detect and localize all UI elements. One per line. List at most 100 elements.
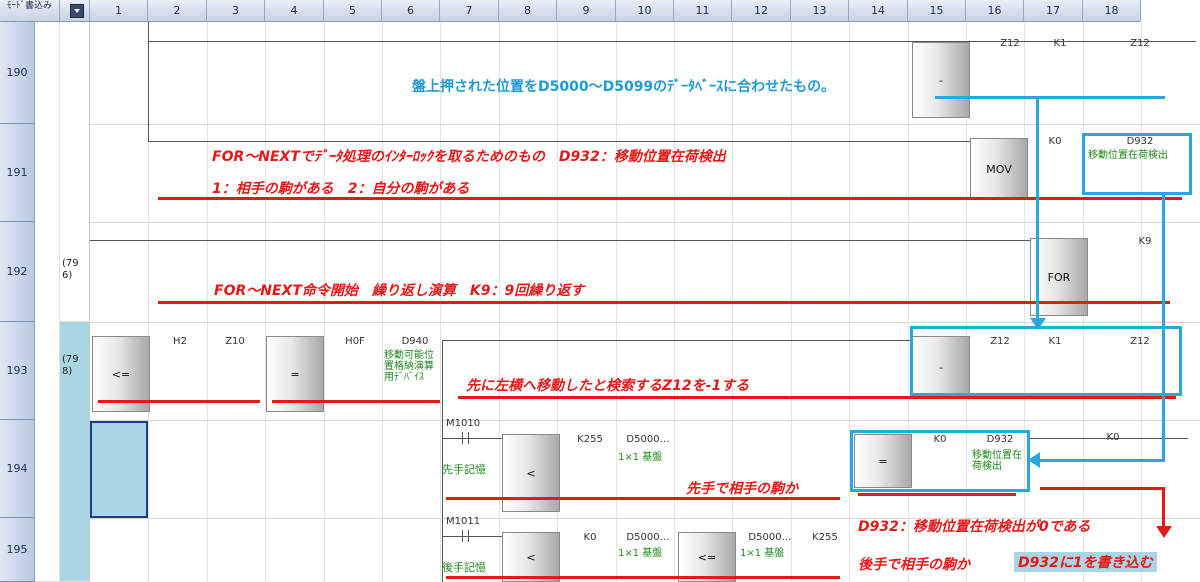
operand: K255	[577, 434, 603, 445]
column-header-7[interactable]: 7	[440, 0, 499, 22]
red-underline	[858, 493, 1016, 496]
column-header-13[interactable]: 13	[791, 0, 849, 22]
contact-bar	[468, 530, 469, 542]
device-comment: 1×1 基盤	[740, 548, 785, 559]
annotation-194: 先手で相手の駒か	[686, 481, 798, 497]
operand: K9	[1138, 236, 1152, 247]
column-dropdown[interactable]	[60, 0, 90, 22]
operand: Z10	[225, 336, 245, 347]
contact-bar	[462, 530, 463, 542]
contact-bar	[462, 432, 463, 444]
blank-column	[35, 22, 60, 582]
red-underline	[272, 400, 440, 403]
operand: H2	[173, 336, 187, 347]
mode-header: ﾓｰﾄﾞ書込み	[0, 0, 60, 22]
step-191[interactable]: 191	[0, 124, 35, 222]
operand: K1	[1053, 38, 1067, 49]
annotation-192: FOR～NEXT命令開始 繰り返し演算 K9：9回繰り返す	[214, 283, 585, 299]
red-underline	[458, 396, 1176, 399]
mov-instruction[interactable]: MOV	[970, 138, 1028, 200]
column-header-6[interactable]: 6	[382, 0, 440, 22]
red-arrow-head	[1156, 526, 1172, 538]
column-header-14[interactable]: 14	[849, 0, 908, 22]
column-header-3[interactable]: 3	[207, 0, 265, 22]
ladder-line	[148, 41, 1196, 42]
red-underline	[158, 197, 1182, 200]
highlight-box	[1082, 133, 1192, 195]
ladder-line	[442, 340, 912, 341]
column-header-12[interactable]: 12	[732, 0, 791, 22]
lt-compare-instruction[interactable]: <	[502, 434, 560, 512]
chevron-down-icon[interactable]	[70, 4, 84, 18]
comment-192: (79 6)	[62, 258, 79, 281]
column-header-9[interactable]: 9	[557, 0, 616, 22]
contact-comment: 後手記憶	[442, 561, 486, 574]
blue-arrow-line	[1162, 195, 1165, 461]
operand: D940	[401, 336, 429, 347]
red-arrow-line	[1162, 487, 1165, 527]
step-193[interactable]: 193	[0, 322, 35, 420]
lt-compare-instruction[interactable]: <	[502, 532, 560, 582]
red-underline	[158, 301, 1170, 304]
column-header-17[interactable]: 17	[1024, 0, 1083, 22]
annotation-191a: FOR～NEXTでﾃﾞｰﾀ処理のｲﾝﾀｰﾛｯｸを取るためのもの D932：移動位…	[212, 149, 726, 165]
operand: D5000…	[626, 532, 670, 543]
operand: K0	[1048, 136, 1062, 147]
operand: K255	[812, 532, 838, 543]
ladder-line	[442, 536, 502, 537]
blue-arrow-head	[1030, 318, 1046, 330]
subtract-instruction[interactable]: -	[912, 42, 970, 118]
blue-arrow-line	[1040, 459, 1165, 462]
annotation-190: 盤上押された位置をD5000～D5099のﾃﾞｰﾀﾍﾞｰｽに合わせたもの。	[412, 79, 836, 95]
column-header-18[interactable]: 18	[1083, 0, 1141, 22]
operand: H0F	[345, 336, 365, 347]
step-194[interactable]: 194	[0, 420, 35, 518]
blue-arrow-head	[1028, 452, 1040, 468]
annotation-195a: D932：移動位置在荷検出が0である	[858, 519, 1091, 535]
column-header-4[interactable]: 4	[265, 0, 324, 22]
ladder-line	[148, 141, 970, 142]
column-header-15[interactable]: 15	[908, 0, 966, 22]
row-divider	[90, 124, 1200, 125]
column-header-8[interactable]: 8	[499, 0, 557, 22]
step-195[interactable]: 195	[0, 518, 35, 582]
le-compare-instruction[interactable]: <=	[678, 532, 736, 582]
row-divider	[90, 420, 1200, 421]
step-192[interactable]: 192	[0, 222, 35, 322]
annotation-195b: 後手で相手の駒か	[858, 557, 970, 573]
column-header-1[interactable]: 1	[90, 0, 148, 22]
column-header-16[interactable]: 16	[966, 0, 1024, 22]
red-underline	[446, 576, 840, 579]
contact-device: M1010	[446, 418, 481, 429]
annotation-195c: D932に1を書き込む	[1014, 552, 1157, 572]
column-header-5[interactable]: 5	[324, 0, 382, 22]
selected-cell[interactable]	[90, 421, 148, 518]
step-190[interactable]: 190	[0, 22, 35, 124]
red-underline	[98, 400, 260, 403]
ladder-line	[90, 240, 1030, 241]
highlight-box	[910, 326, 1182, 396]
operand: Z12	[1130, 38, 1150, 49]
highlight-box	[850, 430, 1030, 492]
contact-comment: 先手記憶	[442, 463, 486, 476]
red-underline	[446, 497, 840, 500]
contact-device: M1011	[446, 516, 481, 527]
red-arrow-line	[1040, 487, 1164, 490]
ladder-line	[442, 340, 443, 582]
column-header-2[interactable]: 2	[148, 0, 207, 22]
row-divider	[90, 222, 1200, 223]
coil-device: K0	[1106, 432, 1120, 443]
device-comment: 1×1 基盤	[618, 452, 663, 463]
operand: K0	[583, 532, 597, 543]
blue-arrow-line	[1036, 96, 1039, 326]
device-comment: 1×1 基盤	[618, 548, 663, 559]
operand: D5000…	[748, 532, 792, 543]
annotation-191b: 1：相手の駒がある 2：自分の駒がある	[212, 181, 470, 197]
ladder-line	[148, 22, 149, 42]
blue-arrow-line	[935, 96, 1165, 99]
device-comment: 移動可能位置格納演算用ﾃﾞﾊﾞｲｽ	[384, 350, 434, 383]
column-header-11[interactable]: 11	[674, 0, 732, 22]
contact-bar	[468, 432, 469, 444]
ladder-line	[148, 42, 149, 142]
column-header-10[interactable]: 10	[616, 0, 674, 22]
